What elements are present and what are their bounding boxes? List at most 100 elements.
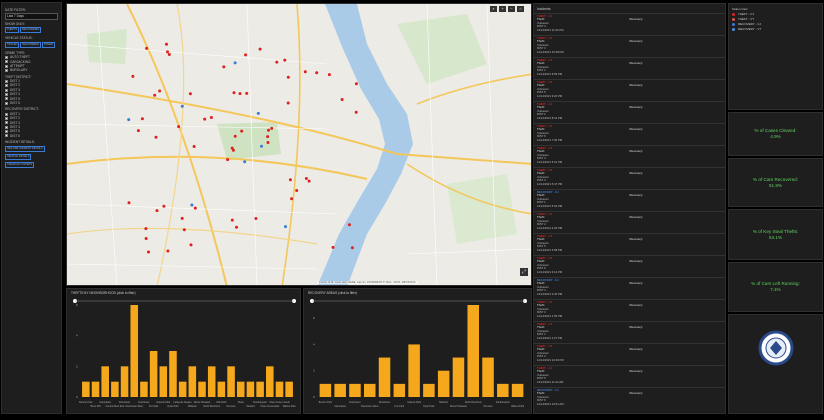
theft-marker[interactable] <box>238 92 242 96</box>
theft-marker[interactable] <box>177 125 181 129</box>
theft-marker[interactable] <box>140 117 144 121</box>
checkbox[interactable] <box>5 60 8 64</box>
recovery-marker[interactable] <box>256 111 260 115</box>
bar[interactable] <box>207 366 216 397</box>
theft-marker[interactable] <box>258 47 262 51</box>
theft-marker[interactable] <box>155 209 159 213</box>
recovery-marker[interactable] <box>243 160 247 164</box>
bar[interactable] <box>452 357 465 397</box>
theft-marker[interactable] <box>222 65 226 69</box>
theft-marker[interactable] <box>286 101 290 105</box>
theft-marker[interactable] <box>145 46 149 50</box>
checkbox[interactable] <box>5 101 8 105</box>
theft-marker[interactable] <box>226 158 230 162</box>
bar[interactable] <box>178 381 187 397</box>
theft-marker[interactable] <box>266 135 270 139</box>
bar[interactable] <box>467 305 480 397</box>
clear-filters-button[interactable]: CLEAR ALL FILTERS <box>5 161 34 168</box>
recovery-marker[interactable] <box>180 104 184 108</box>
bar[interactable] <box>169 351 177 397</box>
theft-marker[interactable] <box>270 126 274 130</box>
theft-marker[interactable] <box>158 89 162 93</box>
incident-map[interactable]: ⌕ + − ⌂ ⤢ County of St. Louis, Esri, HER… <box>66 3 532 286</box>
theft-marker[interactable] <box>192 145 196 148</box>
checkbox[interactable] <box>5 130 8 134</box>
bar[interactable] <box>140 381 148 397</box>
theft-marker[interactable] <box>233 134 237 138</box>
theft-marker[interactable] <box>350 246 354 250</box>
bar[interactable] <box>285 381 293 397</box>
incident-item[interactable]: THEFT - CJ Theft: Unknown DIST 3 12/14/2021 … <box>534 35 725 57</box>
theft-marker[interactable] <box>240 129 244 133</box>
theft-marker[interactable] <box>286 75 290 79</box>
theft-marker[interactable] <box>266 141 270 144</box>
incident-item[interactable]: THEFT - CJ Theft: Unknown DIST 1 12/14/2021 … <box>534 321 725 343</box>
theft-marker[interactable] <box>232 91 236 95</box>
theft-marker[interactable] <box>162 204 166 208</box>
theft-marker[interactable] <box>303 70 307 74</box>
theft-marker[interactable] <box>127 201 131 205</box>
home-icon[interactable]: ⌂ <box>517 6 524 12</box>
theft-marker[interactable] <box>180 216 184 220</box>
checkbox[interactable] <box>5 134 8 138</box>
theft-marker[interactable] <box>295 189 299 192</box>
bar[interactable] <box>101 366 109 397</box>
bar[interactable] <box>198 381 206 397</box>
theft-marker[interactable] <box>235 225 238 229</box>
chart-svg[interactable]: 0 2 4 6 Benton ParkBevo MillCarondeletCentra… <box>67 289 302 415</box>
vehicle-details-button[interactable]: VEHICLE DETAILS <box>5 153 32 160</box>
incident-item[interactable]: RECOVERY - CJ Theft: Unknown DIST 1 12/14/20… <box>534 189 725 211</box>
include-details-button[interactable]: INCLUDE INCIDENT DETAILS <box>5 145 45 152</box>
bar[interactable] <box>227 366 235 397</box>
incident-item[interactable]: THEFT - CJ Theft: Unknown DIST 1 12/14/2021 … <box>534 57 725 79</box>
bar[interactable] <box>393 383 406 397</box>
theft-marker[interactable] <box>275 60 279 64</box>
incident-item[interactable]: THEFT - CJ Theft: Unknown DIST 6 12/14/2021 … <box>534 255 725 277</box>
bar[interactable] <box>266 366 274 397</box>
theft-marker[interactable] <box>167 53 171 56</box>
bar[interactable] <box>378 357 391 397</box>
theft-marker[interactable] <box>290 197 294 201</box>
incident-item[interactable]: THEFT - CJ Theft: Unknown DIST 5 12/14/2021 … <box>534 79 725 101</box>
bar[interactable] <box>217 381 226 397</box>
zoom-out-icon[interactable]: − <box>508 6 515 12</box>
recovery-marker[interactable] <box>127 118 131 122</box>
theft-marker[interactable] <box>144 227 148 231</box>
checkbox[interactable] <box>5 79 8 83</box>
search-icon[interactable]: ⌕ <box>490 6 497 12</box>
incident-item[interactable]: THEFT - CJ Theft: Unknown DIST 6 12/14/2021 … <box>534 123 725 145</box>
theft-marker[interactable] <box>136 129 140 133</box>
incident-item[interactable]: RECOVERY - CJ Theft: Unknown DIST 4 12/14/20… <box>534 277 725 299</box>
bar[interactable] <box>120 366 129 397</box>
theft-marker[interactable] <box>340 98 344 101</box>
theft-marker[interactable] <box>354 110 358 114</box>
bar[interactable] <box>256 381 264 397</box>
recovery-marker[interactable] <box>260 144 263 148</box>
theft-marker[interactable] <box>165 42 168 46</box>
incident-item[interactable]: THEFT - CJ Theft: Unknown DIST 4 12/14/2021 … <box>534 13 725 35</box>
bar[interactable] <box>188 366 197 397</box>
crime-type-option[interactable]: BURGLARY <box>5 68 58 72</box>
theft-marker[interactable] <box>193 206 197 210</box>
bar[interactable] <box>236 381 245 397</box>
recovery-marker[interactable] <box>284 225 287 229</box>
checkbox[interactable] <box>5 116 8 120</box>
recovery-marker[interactable] <box>233 61 237 65</box>
incident-item[interactable]: THEFT - CJ Theft: Unknown DIST 5 12/14/2021 … <box>534 365 725 387</box>
theft-marker[interactable] <box>307 179 311 183</box>
incident-item[interactable]: THEFT - CJ Theft: Unknown DIST 2 12/14/2021 … <box>534 101 725 123</box>
incident-item[interactable]: THEFT - CJ Theft: Unknown DIST 3 12/14/2021 … <box>534 299 725 321</box>
theft-marker[interactable] <box>203 117 207 121</box>
theft-marker[interactable] <box>331 245 335 249</box>
bar[interactable] <box>91 381 100 397</box>
theft-district-option[interactable]: DIST 6 <box>5 101 58 105</box>
checkbox[interactable] <box>5 55 8 59</box>
checkbox[interactable] <box>5 68 8 72</box>
checkbox[interactable] <box>5 125 8 129</box>
bar[interactable] <box>437 370 450 397</box>
theft-marker[interactable] <box>244 53 248 57</box>
checkbox[interactable] <box>5 112 8 116</box>
theft-marker[interactable] <box>166 249 170 253</box>
bar[interactable] <box>482 357 494 397</box>
bar[interactable] <box>511 383 524 397</box>
